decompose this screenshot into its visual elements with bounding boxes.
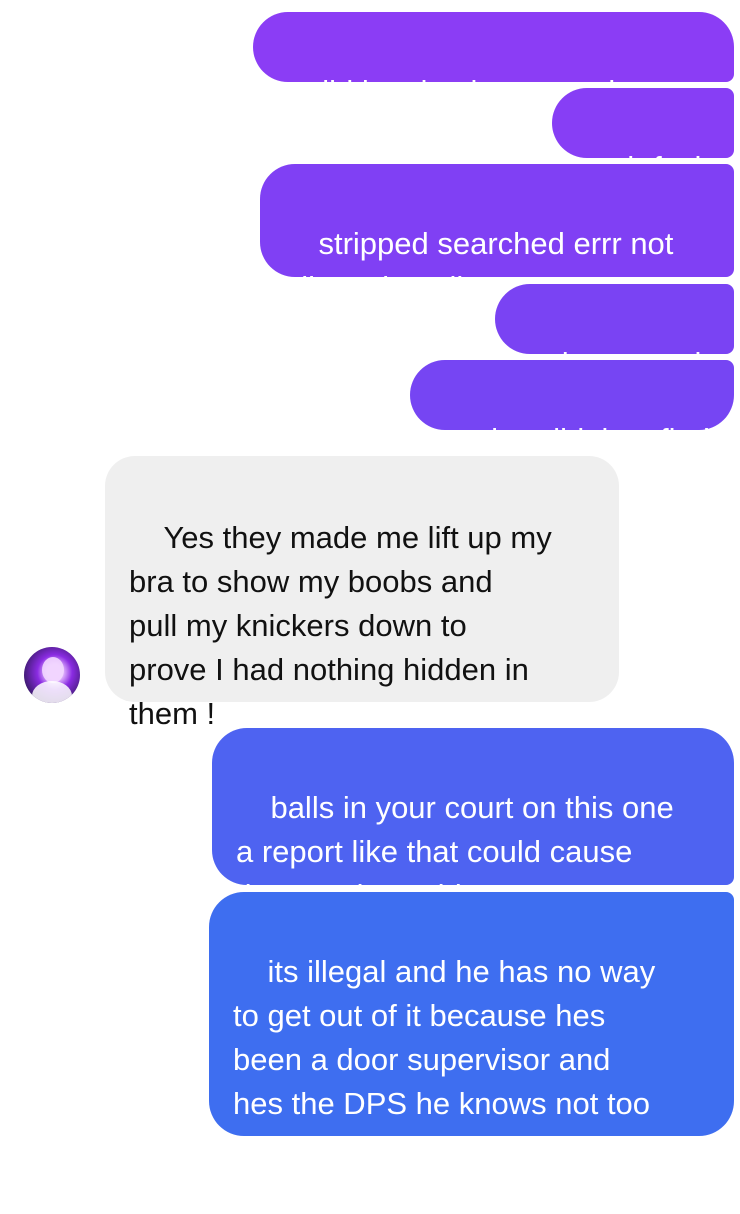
message-bubble-outgoing[interactable]: what did they find (410, 360, 734, 457)
message-bubble-incoming[interactable]: Yes they made me lift up my bra to show … (105, 456, 619, 731)
message-text: its illegal and he has no way to get out… (233, 954, 656, 1165)
message-bubble-outgoing[interactable]: thats assult (494, 284, 734, 381)
contact-avatar[interactable] (24, 647, 80, 703)
message-bubble-outgoing[interactable]: balls in your court on this one a report… (212, 728, 734, 913)
avatar-face (42, 657, 64, 683)
message-bubble-outgoing[interactable]: did he check your underwear (253, 12, 734, 109)
avatar-shirt (32, 681, 72, 703)
message-bubble-outgoing[interactable]: oh fuck (551, 88, 734, 185)
message-bubble-outgoing[interactable]: stripped searched errr not allowed at al… (260, 164, 734, 305)
message-text: what did they find (468, 422, 710, 457)
message-bubble-outgoing[interactable]: its illegal and he has no way to get out… (209, 892, 734, 1165)
message-text: Yes they made me lift up my bra to show … (129, 520, 552, 731)
